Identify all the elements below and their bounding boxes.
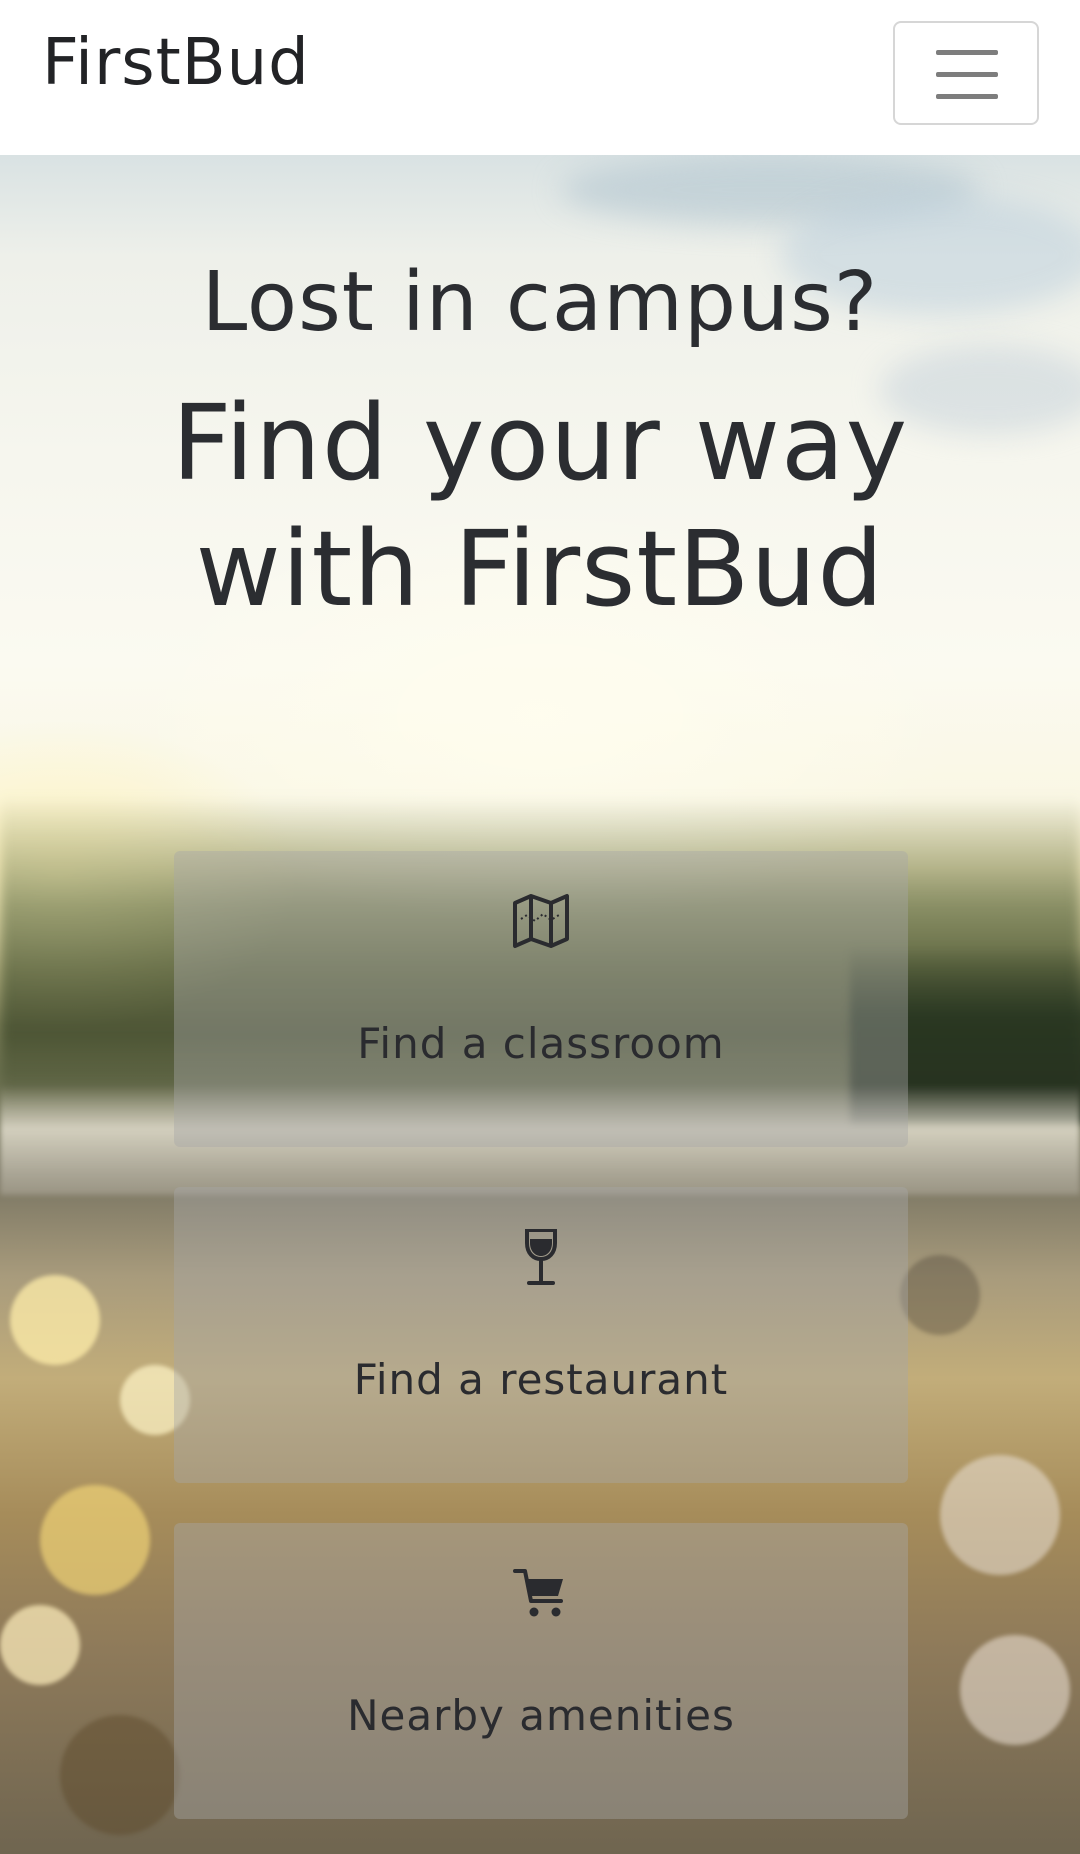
hero-title: Find your way with FirstBud: [0, 380, 1080, 632]
hero-section: Lost in campus? Find your way with First…: [0, 155, 1080, 1854]
brand-logo-link[interactable]: FirstBud: [42, 26, 310, 100]
find-classroom-card[interactable]: Find a classroom: [174, 851, 908, 1147]
find-restaurant-card[interactable]: Find a restaurant: [174, 1187, 908, 1483]
navbar: FirstBud: [0, 0, 1080, 155]
nearby-amenities-card[interactable]: Nearby amenities: [174, 1523, 908, 1819]
nearby-amenities-label: Nearby amenities: [347, 1691, 735, 1740]
map-icon: [513, 894, 569, 948]
find-classroom-label: Find a classroom: [357, 1019, 725, 1068]
find-restaurant-label: Find a restaurant: [353, 1355, 729, 1404]
hero-title-line-1: Find your way: [171, 382, 909, 504]
hero-title-line-2: with FirstBud: [195, 508, 885, 630]
wine-glass-icon: [525, 1229, 557, 1285]
hero-subtitle: Lost in campus?: [201, 255, 879, 350]
menu-toggle-button[interactable]: [893, 21, 1039, 125]
shopping-cart-icon: [513, 1569, 563, 1617]
